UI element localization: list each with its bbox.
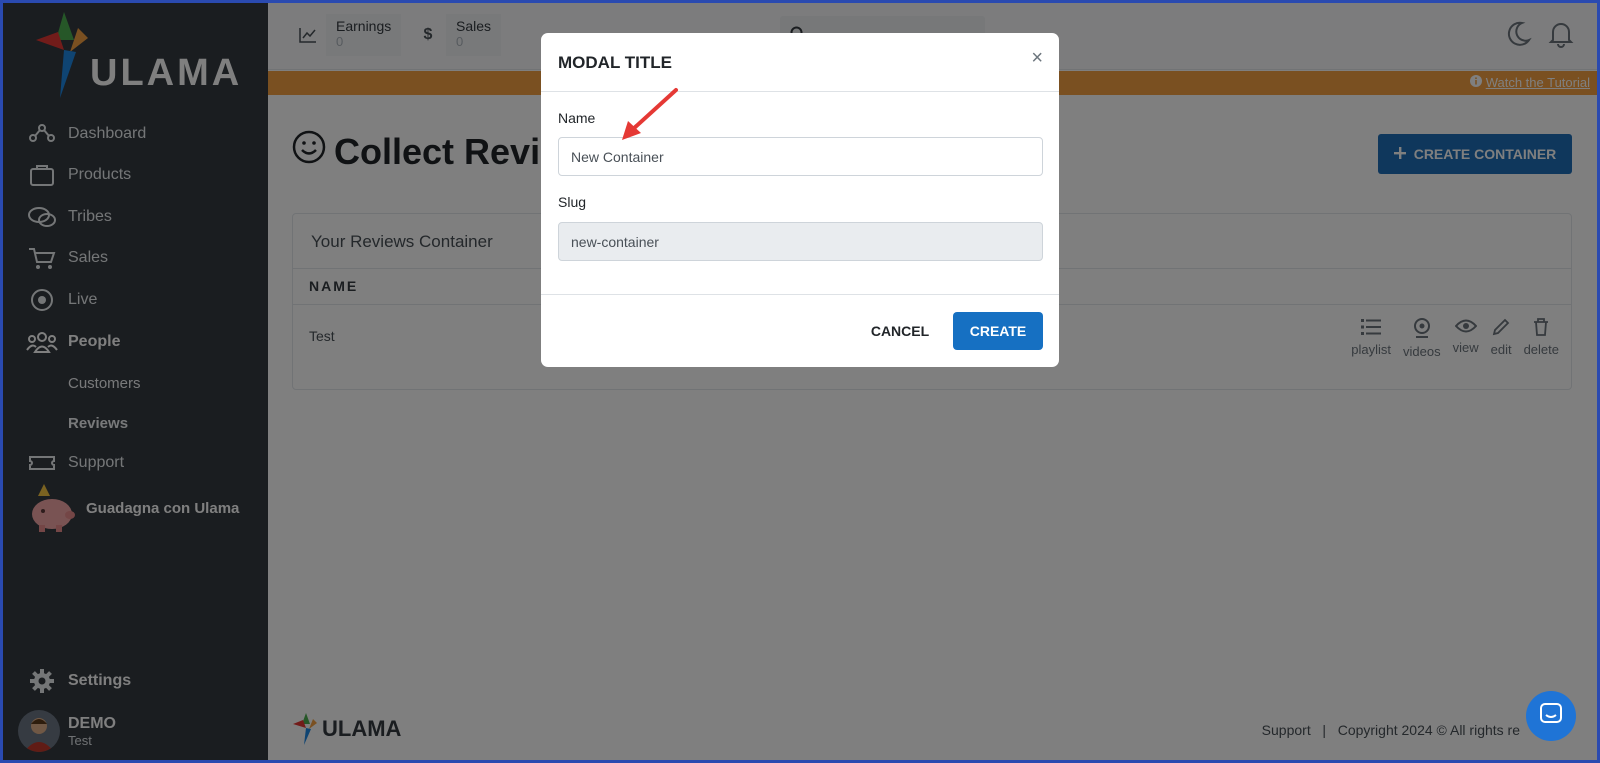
slug-label: Slug bbox=[558, 194, 587, 210]
close-icon[interactable]: × bbox=[1031, 47, 1043, 70]
cancel-button[interactable]: CANCEL bbox=[857, 313, 943, 349]
create-container-modal: MODAL TITLE × Name Slug CANCEL CREATE bbox=[541, 33, 1059, 367]
name-field[interactable] bbox=[558, 137, 1043, 176]
slug-field[interactable] bbox=[558, 222, 1043, 261]
chat-launcher-button[interactable] bbox=[1526, 691, 1576, 741]
name-label: Name bbox=[558, 110, 596, 126]
create-button[interactable]: CREATE bbox=[953, 312, 1043, 350]
modal-header: MODAL TITLE × bbox=[541, 33, 1059, 92]
modal-footer-divider bbox=[541, 294, 1059, 295]
chat-icon bbox=[1539, 702, 1563, 731]
modal-title: MODAL TITLE bbox=[558, 53, 672, 72]
